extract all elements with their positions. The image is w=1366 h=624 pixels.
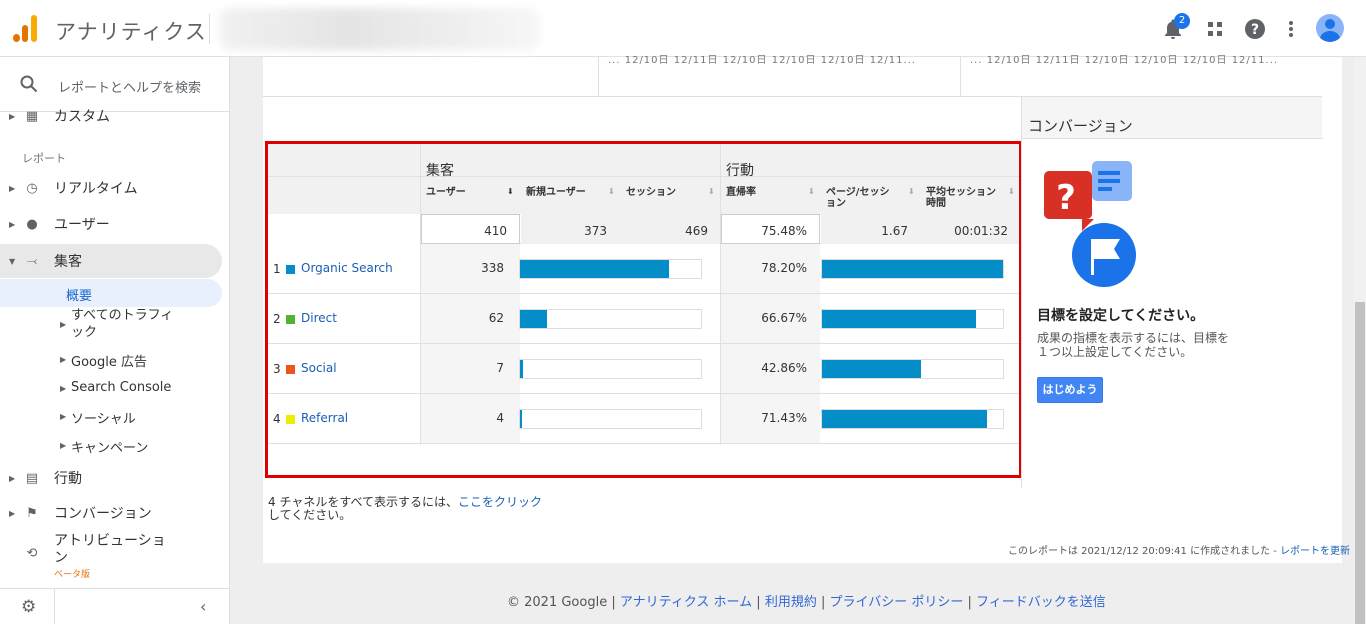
sidebar-item-label: キャンペーン [71,441,149,456]
chart-axis-labels: ... 12/10日 12/11日 12/10日 12/10日 12/10日 1… [608,55,917,66]
get-started-button[interactable]: はじめよう [1037,377,1103,403]
sidebar-item-label: ソーシャル [71,412,136,427]
conversion-body: ? 目標を設定してください。 成果の指標を表示するには、目標を１つ以上設定してく… [1022,139,1323,488]
timestamp-text: このレポートは 2021/12/12 20:09:41 に作成されました - [1008,546,1281,557]
chevron-right-icon: ▶ [9,473,16,483]
sidebar-item-label: すべてのトラフィ ック [71,308,174,340]
sidebar-item-search-console[interactable]: ▶ Search Console [0,380,230,400]
sidebar-item-label: カスタム [54,109,110,125]
gear-icon[interactable]: ⚙ [21,597,36,617]
sidebar-item-custom[interactable]: ▶ ▦ カスタム [0,101,230,131]
note-text: 4 チャネルをすべて表示するには、 [268,495,459,509]
top-bar: アナリティクス 2 ? [0,0,1366,57]
conversion-heading: 目標を設定してください。 [1037,308,1205,324]
sidebar-item-campaigns[interactable]: ▶ キャンペーン [0,437,230,457]
highlight-box [265,141,1022,478]
sidebar-item-google-ads[interactable]: ▶ Google 広告 [0,351,230,371]
chevron-right-icon: ▶ [60,320,67,329]
attribution-icon: ⟲ [26,545,38,561]
acquisition-icon: ⤙ [26,253,38,269]
chevron-right-icon: ▶ [60,412,67,421]
more-vert-icon[interactable] [1279,17,1303,41]
chevron-right-icon: ▶ [60,384,67,393]
footer-link-privacy[interactable]: プライバシー ポリシー [830,595,964,610]
clock-icon: ◷ [26,180,38,196]
footer-link-feedback[interactable]: フィードバックを送信 [976,595,1106,610]
divider [54,589,55,624]
goal-illustration-icon: ? [1044,161,1136,287]
sidebar-item-users[interactable]: ▶ ● ユーザー [0,209,230,239]
conversion-title: コンバージョン [1022,97,1323,139]
sidebar-item-attribution[interactable]: ⟲ アトリビューショ ン [0,533,230,573]
copyright: © 2021 Google [507,595,608,610]
sidebar-item-label: 概要 [66,289,93,304]
sidebar-item-behavior[interactable]: ▶ ▤ 行動 [0,463,230,493]
sidebar-item-label: Search Console [71,380,172,395]
sidebar-item-conversions[interactable]: ▶ ⚑ コンバージョン [0,498,230,528]
divider [960,57,961,97]
sidebar-item-label: コンバージョン [54,506,152,522]
notification-badge: 2 [1174,13,1190,29]
click-here-link[interactable]: ここをクリック [458,495,542,509]
sidebar-item-label: Google 広告 [71,355,147,370]
sidebar-item-label: ユーザー [54,217,110,233]
sidebar-item-label: リアルタイム [54,181,138,197]
sidebar-item-all-traffic[interactable]: ▶ すべてのトラフィ ック [0,307,230,343]
sidebar-item-acquisition[interactable]: ▼ ⤙ 集客 [0,244,222,278]
refresh-report-link[interactable]: レポートを更新 [1280,546,1350,557]
conversion-description: 成果の指標を表示するには、目標を１つ以上設定してください。 [1037,331,1230,359]
sidebar-footer: ⚙ ‹ [0,588,230,624]
svg-text:?: ? [1056,178,1076,218]
chevron-right-icon: ▶ [9,219,16,229]
analytics-logo-icon[interactable] [13,14,39,42]
show-all-note: 4 チャネルをすべて表示するには、ここをクリック してください。 [268,496,542,522]
sidebar-item-label: アトリビューショ ン [54,533,166,566]
apps-grid-icon[interactable] [1203,17,1227,41]
chevron-down-icon: ▼ [9,256,16,266]
app-title: アナリティクス [55,20,207,44]
chart-axis-labels: ... 12/10日 12/11日 12/10日 12/10日 12/10日 1… [970,55,1279,66]
footer-link-analytics-home[interactable]: アナリティクス ホーム [620,595,752,610]
conversion-panel: コンバージョン ? 目標を設定してください。 成果の指標を表示するには、目標を１… [1021,97,1323,488]
reports-section-label: レポート [22,152,66,165]
dashboard-icon: ▦ [25,108,39,124]
sidebar-item-label: 集客 [54,254,82,270]
chevron-right-icon: ▶ [9,111,16,121]
search-icon [20,75,38,93]
flag-icon: ⚑ [26,505,38,521]
sidebar: レポートとヘルプを検索 ▶ ▦ カスタム レポート ▶ ◷ リアルタイム ▶ ●… [0,57,230,624]
report-timestamp: このレポートは 2021/12/12 20:09:41 に作成されました - レ… [1008,542,1350,557]
behavior-icon: ▤ [25,470,39,486]
chevron-right-icon: ▶ [9,508,16,518]
chevron-right-icon: ▶ [60,441,67,450]
account-avatar[interactable] [1316,14,1344,42]
svg-text:?: ? [1251,22,1259,38]
person-icon: ● [26,216,38,232]
scrollbar-thumb[interactable] [1355,302,1365,624]
help-icon[interactable]: ? [1243,17,1267,41]
sidebar-item-overview[interactable]: 概要 [0,279,222,307]
footer-link-terms[interactable]: 利用規約 [765,595,817,610]
chevron-right-icon: ▶ [60,355,67,364]
search-input[interactable]: レポートとヘルプを検索 [58,77,201,96]
sidebar-item-realtime[interactable]: ▶ ◷ リアルタイム [0,173,230,203]
note-text: してください。 [268,508,352,522]
divider [598,57,599,97]
footer: © 2021 Google | アナリティクス ホーム | 利用規約 | プライ… [507,595,1106,610]
account-selector[interactable] [220,8,540,50]
divider [209,14,210,44]
chevron-right-icon: ▶ [9,183,16,193]
sidebar-item-label: 行動 [54,471,82,487]
sidebar-item-social[interactable]: ▶ ソーシャル [0,408,230,428]
sparkline-charts: ... 12/10日 12/11日 12/10日 12/10日 12/10日 1… [263,55,1322,97]
beta-badge: ベータ版 [54,570,91,580]
scrollbar[interactable] [1354,57,1366,624]
chevron-left-icon[interactable]: ‹ [200,597,206,616]
